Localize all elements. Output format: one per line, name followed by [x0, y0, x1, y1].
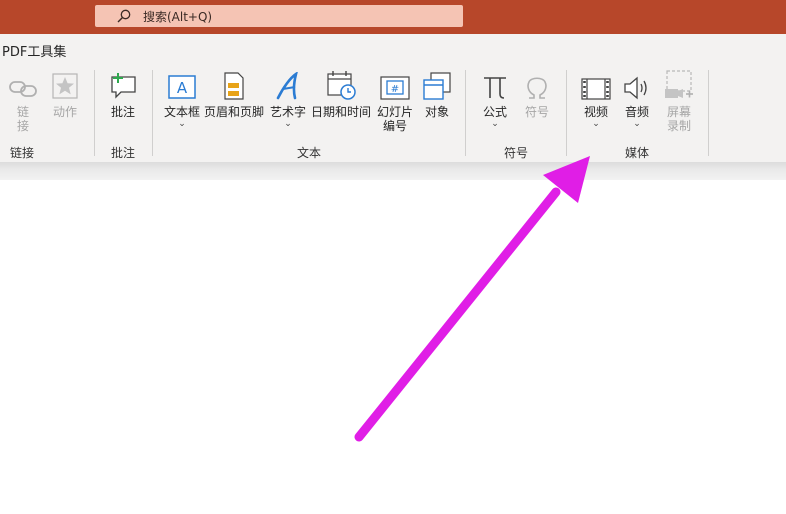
search-icon	[113, 5, 135, 27]
group-separator	[94, 70, 95, 156]
slide-number-label-bottom: 编号	[382, 119, 407, 133]
equation-label: 公式	[482, 105, 507, 119]
group-label-media: 媒体	[625, 146, 650, 160]
audio-button[interactable]: 音频 ⌄	[620, 72, 654, 129]
object-button[interactable]: 对象	[420, 72, 454, 119]
screen-recording-label-top: 屏幕	[666, 105, 691, 119]
tab-pdf-tools[interactable]: PDF工具集	[2, 41, 66, 60]
header-footer-icon	[222, 72, 246, 100]
ribbon-shadow	[0, 162, 786, 180]
header-footer-label: 页眉和页脚	[204, 105, 265, 119]
datetime-label: 日期和时间	[310, 105, 371, 119]
video-button[interactable]: 视频 ⌄	[578, 72, 614, 129]
screen-recording-button[interactable]: 屏幕 录制	[662, 70, 696, 133]
object-label: 对象	[424, 105, 449, 119]
chevron-down-icon: ⌄	[491, 119, 499, 129]
object-icon	[423, 72, 451, 100]
slide-canvas[interactable]	[0, 180, 786, 514]
slide-number-icon: #	[380, 72, 410, 100]
pi-icon	[482, 72, 508, 100]
textbox-label: 文本框	[163, 105, 200, 119]
action-button[interactable]: 动作	[49, 72, 81, 119]
textbox-button[interactable]: A 文本框 ⌄	[160, 72, 204, 129]
search-box[interactable]: 搜索(Alt+Q)	[95, 5, 463, 27]
chevron-down-icon: ⌄	[592, 119, 600, 129]
action-label: 动作	[52, 105, 77, 119]
group-label-symbols: 符号	[504, 146, 529, 160]
film-icon	[581, 72, 611, 100]
group-separator	[465, 70, 466, 156]
group-separator	[566, 70, 567, 156]
wordart-icon	[274, 72, 302, 100]
screen-recording-label-bottom: 录制	[666, 119, 691, 133]
datetime-button[interactable]: 日期和时间	[310, 71, 372, 119]
textbox-icon: A	[167, 72, 197, 100]
speaker-icon	[623, 72, 651, 100]
svg-text:#: #	[391, 84, 399, 95]
symbol-label: 符号	[524, 105, 549, 119]
header-footer-button[interactable]: 页眉和页脚	[204, 72, 264, 119]
audio-label: 音频	[624, 105, 649, 119]
wordart-label: 艺术字	[269, 105, 306, 119]
group-separator	[708, 70, 709, 156]
equation-button[interactable]: 公式 ⌄	[478, 72, 512, 129]
star-icon	[51, 72, 79, 100]
chevron-down-icon: ⌄	[178, 119, 186, 129]
group-separator	[152, 70, 153, 156]
group-label-text: 文本	[297, 146, 322, 160]
calendar-clock-icon	[326, 71, 356, 100]
svg-text:A: A	[177, 79, 188, 97]
omega-icon	[524, 72, 550, 100]
link-label-top: 链	[16, 105, 29, 119]
link-label-bottom: 接	[16, 119, 29, 133]
video-label: 视频	[583, 105, 608, 119]
comment-icon	[108, 72, 138, 100]
link-button[interactable]: 链接	[7, 72, 39, 133]
search-placeholder: 搜索(Alt+Q)	[143, 9, 213, 24]
chevron-down-icon: ⌄	[633, 119, 641, 129]
comment-label: 批注	[110, 105, 135, 119]
chevron-down-icon: ⌄	[284, 119, 292, 129]
comment-button[interactable]: 批注	[104, 72, 142, 119]
wordart-button[interactable]: 艺术字 ⌄	[268, 72, 308, 129]
screen-record-icon	[664, 70, 694, 100]
group-label-links: 链接	[10, 146, 35, 160]
slide-number-label-top: 幻灯片	[376, 105, 413, 119]
symbol-button[interactable]: 符号	[520, 72, 554, 119]
slide-number-button[interactable]: # 幻灯片 编号	[374, 72, 416, 133]
ribbon-tab-row: PDF工具集	[0, 34, 786, 64]
title-bar: 搜索(Alt+Q)	[0, 0, 786, 34]
link-icon	[8, 72, 38, 100]
group-label-comments: 批注	[111, 146, 136, 160]
